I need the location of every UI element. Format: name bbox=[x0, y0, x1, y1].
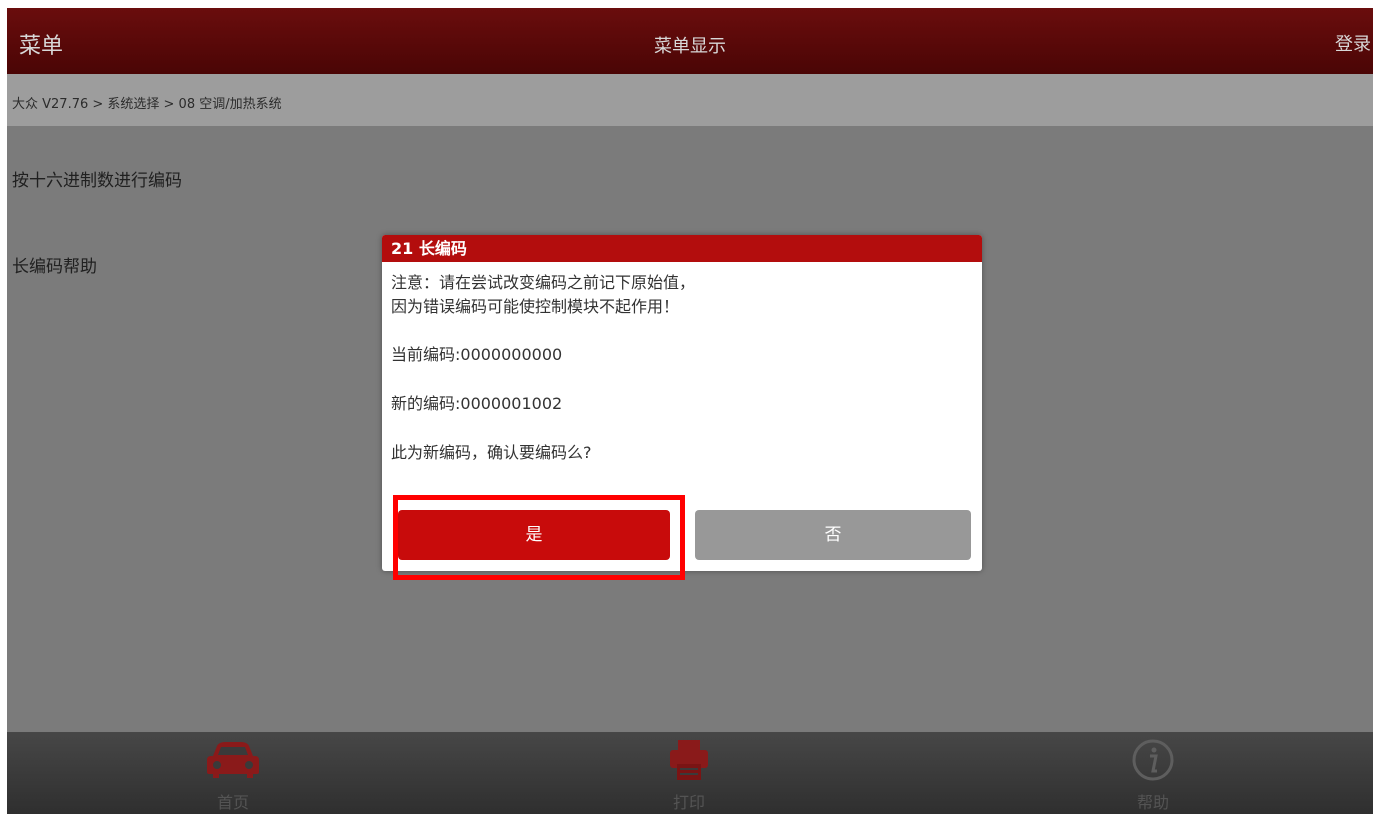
nav-help-label: 帮助 bbox=[1136, 793, 1169, 812]
nav-print[interactable]: 打印 bbox=[629, 732, 749, 814]
dialog-warning-line-2: 因为错误编码可能使控制模块不起作用！ bbox=[391, 297, 680, 316]
nav-home[interactable]: 首页 bbox=[173, 732, 293, 814]
confirm-question: 此为新编码，确认要编码么? bbox=[391, 443, 592, 462]
breadcrumb: 大众 V27.76 > 系统选择 > 08 空调/加热系统 bbox=[12, 97, 282, 112]
page-title: 菜单显示 bbox=[654, 36, 726, 57]
dialog-title: 21 长编码 bbox=[382, 235, 982, 262]
login-button[interactable]: 登录 bbox=[1335, 30, 1371, 56]
dialog-message: 注意：请在尝试改变编码之前记下原始值， 因为错误编码可能使控制模块不起作用！ 当… bbox=[391, 271, 695, 465]
breadcrumb-bar: 大众 V27.76 > 系统选择 > 08 空调/加热系统 bbox=[7, 74, 1373, 126]
car-icon bbox=[207, 742, 259, 778]
info-icon bbox=[1132, 739, 1174, 781]
list-item-hex-coding[interactable]: 按十六进制数进行编码 bbox=[12, 166, 182, 191]
new-code-text: 新的编码:0000001002 bbox=[391, 394, 563, 413]
no-button[interactable]: 否 bbox=[695, 510, 971, 560]
bottom-nav: 首页 打印 帮助 bbox=[7, 732, 1373, 814]
highlight-frame bbox=[393, 495, 685, 580]
printer-icon bbox=[670, 740, 708, 780]
top-bar: 菜单 菜单显示 登录 bbox=[7, 8, 1373, 74]
nav-help[interactable]: 帮助 bbox=[1093, 732, 1213, 814]
list-item-long-coding-help[interactable]: 长编码帮助 bbox=[12, 252, 97, 277]
nav-home-label: 首页 bbox=[216, 793, 249, 812]
current-code-text: 当前编码:0000000000 bbox=[391, 345, 563, 364]
nav-print-label: 打印 bbox=[672, 793, 705, 812]
dialog-warning-line-1: 注意：请在尝试改变编码之前记下原始值， bbox=[391, 273, 696, 292]
